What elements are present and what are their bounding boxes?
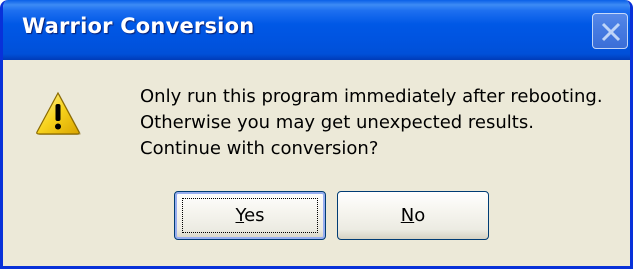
dialog-message: Only run this program immediately after … (140, 84, 603, 162)
yes-accelerator: Y (235, 205, 245, 226)
no-label-rest: o (414, 205, 426, 226)
dialog-body: Only run this program immediately after … (3, 60, 630, 266)
close-icon (601, 22, 621, 42)
window-title: Warrior Conversion (22, 14, 255, 38)
message-line: Only run this program immediately after … (140, 86, 603, 107)
yes-button-label: Yes (235, 205, 264, 226)
close-button[interactable] (592, 13, 628, 49)
dialog-window: Warrior Conversion Only run this program… (0, 0, 633, 269)
warning-icon (36, 91, 81, 135)
no-accelerator: N (400, 205, 415, 226)
no-button-label: No (401, 205, 425, 226)
yes-button[interactable]: Yes (174, 191, 326, 240)
message-line: Continue with conversion? (140, 138, 379, 159)
message-line: Otherwise you may get unexpected results… (140, 112, 534, 133)
yes-label-rest: es (244, 205, 265, 226)
title-bar[interactable]: Warrior Conversion (3, 0, 630, 60)
no-button[interactable]: No (337, 191, 489, 240)
